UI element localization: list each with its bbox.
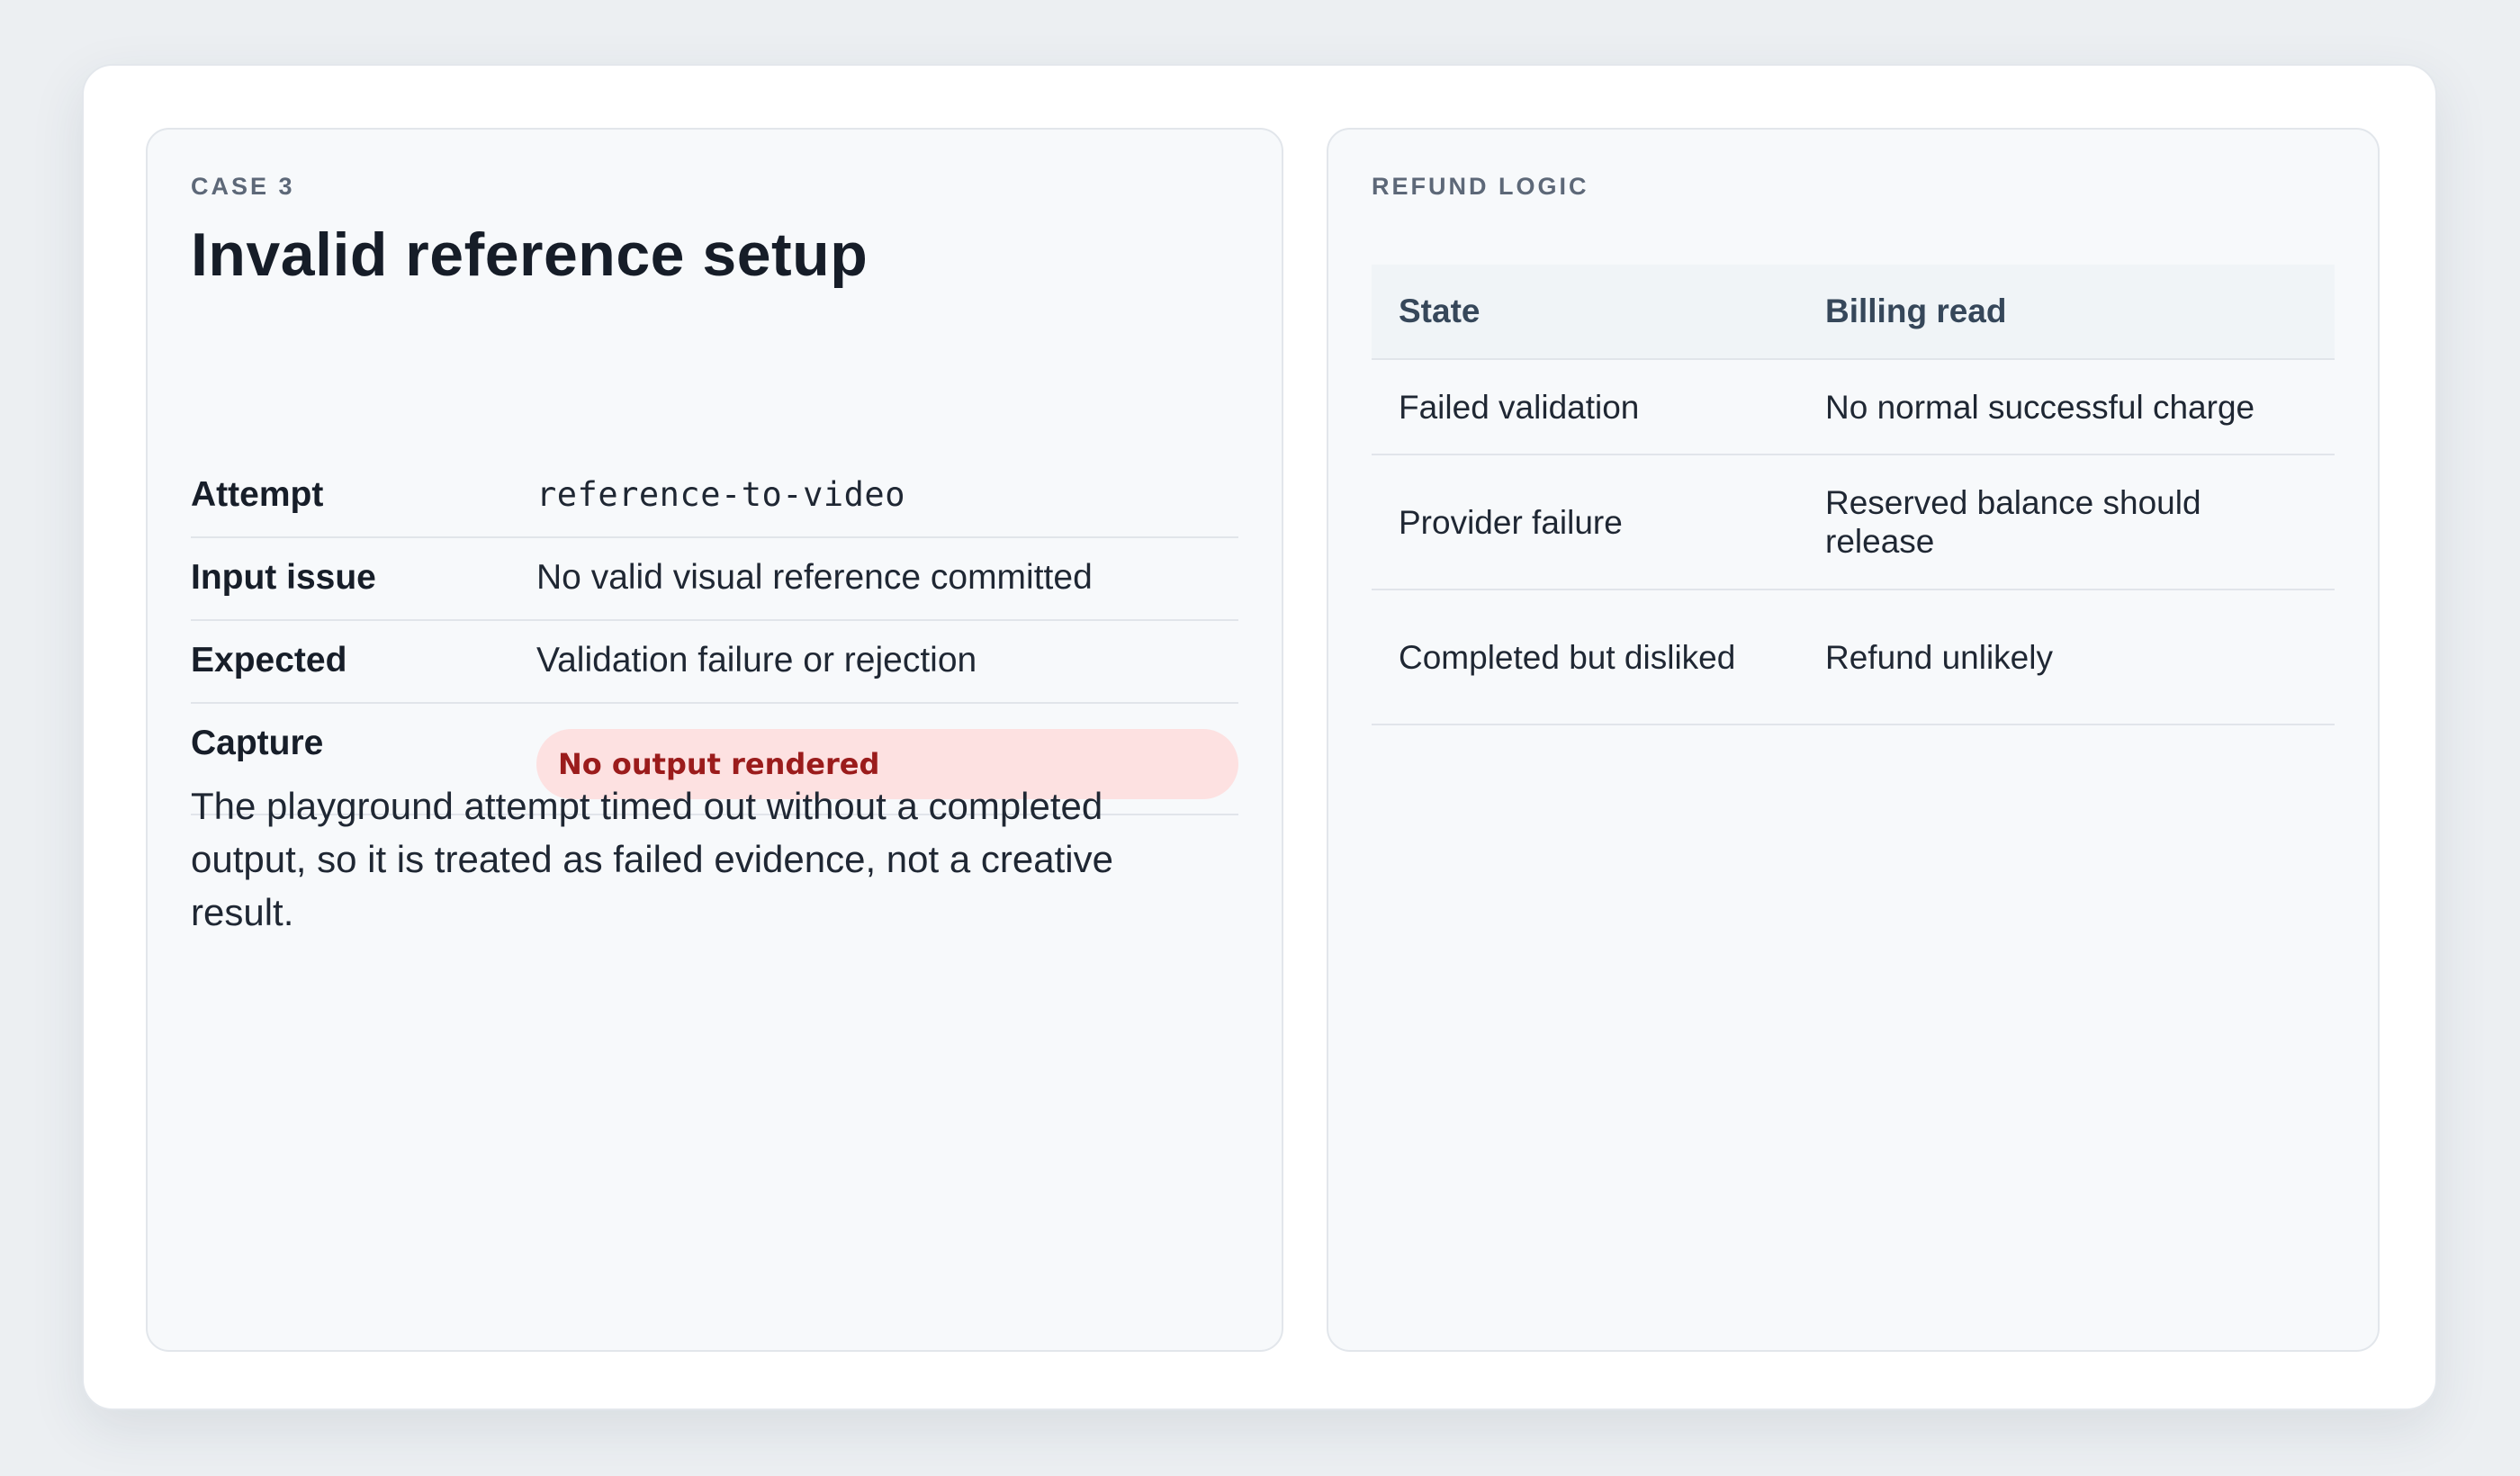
detail-label: Attempt [191,475,324,514]
billing-cell: Reserved balance should release [1798,454,2335,590]
table-row: Provider failure Reserved balance should… [1372,454,2335,590]
case-details: Attempt reference-to-video Input issue N… [191,454,1238,815]
refund-eyebrow: REFUND LOGIC [1372,173,1589,200]
main-card: CASE 3 Invalid reference setup Attempt r… [82,64,2437,1410]
table-row: Failed validation No normal successful c… [1372,359,2335,455]
case-title: Invalid reference setup [191,220,868,289]
state-cell: Completed but disliked [1372,590,1798,725]
attempt-value: reference-to-video [536,475,905,514]
billing-cell: No normal successful charge [1798,359,2335,455]
detail-label: Capture [191,724,324,762]
state-cell: Provider failure [1372,454,1798,590]
refund-table: State Billing read Failed validation No … [1372,265,2335,725]
refund-panel: REFUND LOGIC State Billing read Failed v… [1327,128,2380,1352]
billing-cell: Refund unlikely [1798,590,2335,725]
case-note: The playground attempt timed out without… [191,785,1113,933]
detail-label: Expected [191,641,347,680]
table-row: Completed but disliked Refund unlikely [1372,590,2335,725]
case-panel: CASE 3 Invalid reference setup Attempt r… [146,128,1283,1352]
detail-row-expected: Expected Validation failure or rejection [191,621,1238,704]
input-issue-value: No valid visual reference committed [536,558,1093,597]
column-header-state: State [1372,265,1798,360]
detail-row-attempt: Attempt reference-to-video [191,454,1238,538]
column-header-billing-read: Billing read [1798,265,2335,360]
expected-value: Validation failure or rejection [536,641,977,680]
detail-row-input-issue: Input issue No valid visual reference co… [191,538,1238,621]
detail-label: Input issue [191,558,376,597]
state-cell: Failed validation [1372,359,1798,455]
table-header-row: State Billing read [1372,265,2335,360]
case-eyebrow: CASE 3 [191,173,295,200]
